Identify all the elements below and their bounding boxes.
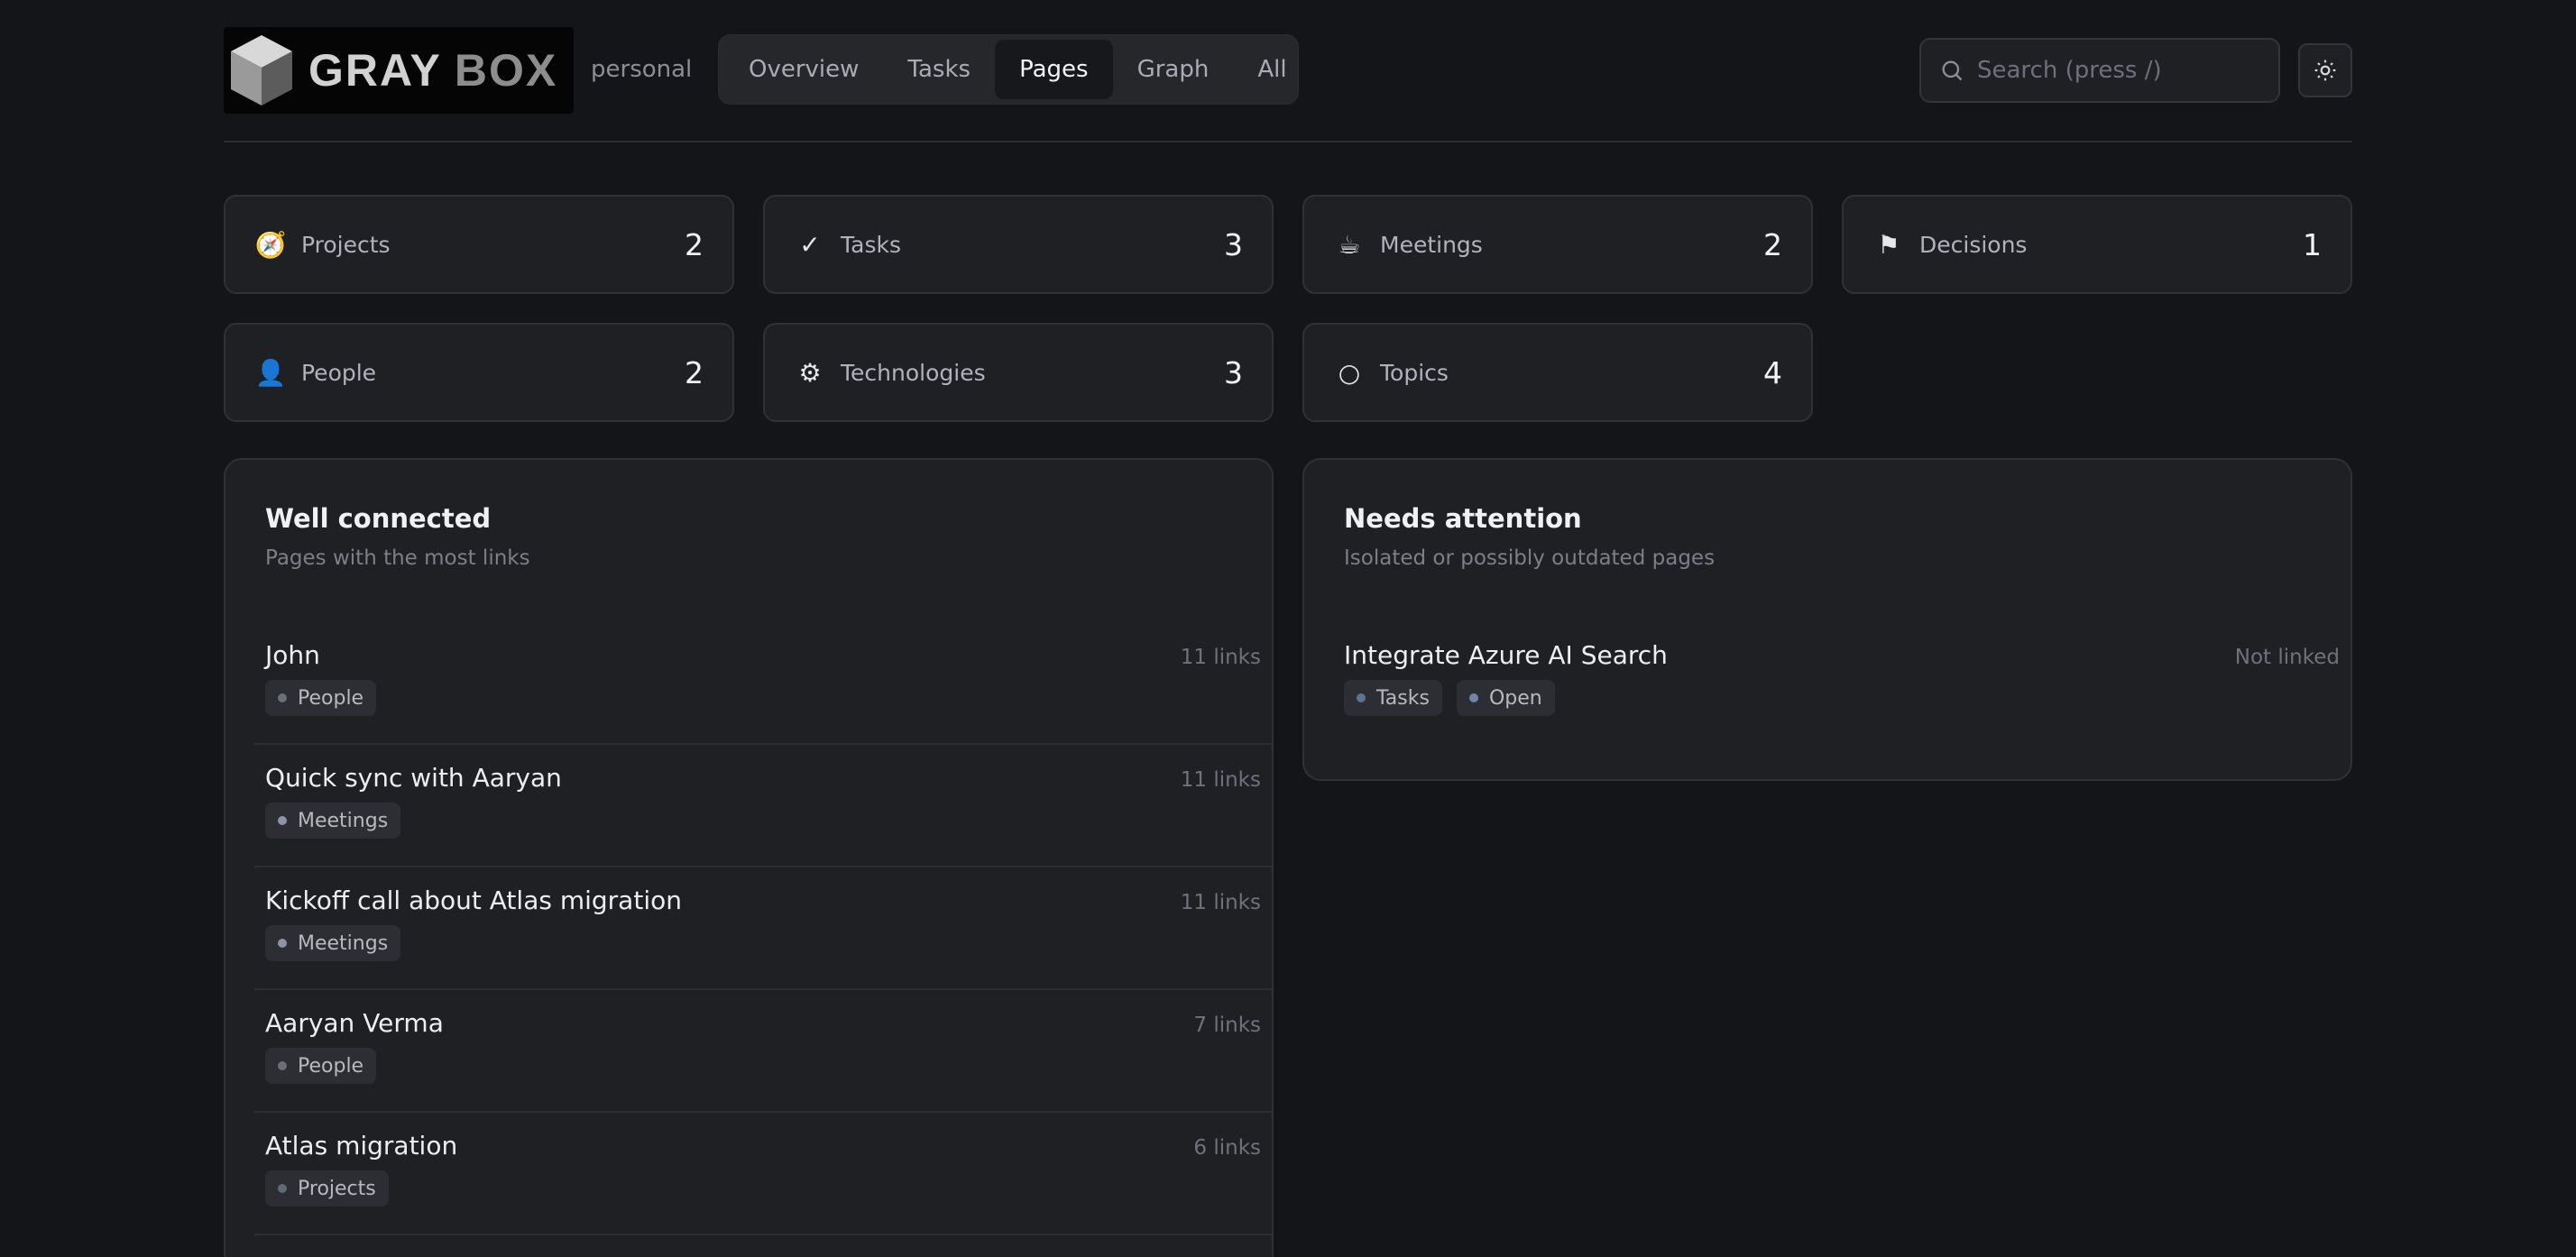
well-connected-panel: Well connected Pages with the most links… [224, 458, 1274, 1257]
sun-icon [2314, 60, 2336, 81]
search-box[interactable] [1919, 38, 2280, 103]
stat-card-decisions[interactable]: ⚑ Decisions 1 [1842, 195, 2352, 294]
stat-label: Tasks [841, 231, 901, 258]
tag-dot [1357, 693, 1366, 702]
gear-icon: ⚙ [798, 357, 822, 388]
panel-subtitle: Pages with the most links [265, 546, 530, 570]
type-tag[interactable]: Tasks [1344, 680, 1442, 716]
stat-card-projects[interactable]: 🧭 Projects 2 [224, 195, 734, 294]
stat-label: Decisions [1919, 231, 2028, 258]
tag-label: Tasks [1376, 686, 1430, 710]
tab-overview[interactable]: Overview [724, 40, 883, 99]
list-item[interactable]: Aaryan Verma 7 links People [254, 990, 1272, 1113]
tab-all[interactable]: All [1233, 40, 1311, 99]
link-status: Not linked [2234, 646, 2340, 669]
stat-count: 3 [1224, 354, 1243, 390]
tag-label: Meetings [298, 931, 389, 955]
stat-count: 4 [1763, 354, 1782, 390]
type-tag[interactable]: People [265, 680, 377, 716]
page-title[interactable]: Quick sync with Aaryan [265, 763, 562, 793]
list-item[interactable]: Quick sync with Aaryan 11 links Meetings [254, 745, 1272, 867]
stat-count: 3 [1224, 226, 1243, 262]
coffee-icon: ☕ [1338, 229, 1361, 260]
page-title[interactable]: Kickoff call about Atlas migration [265, 885, 682, 915]
tab-pages[interactable]: Pages [995, 40, 1113, 99]
list-item[interactable]: Kickoff call about Atlas migration 11 li… [254, 867, 1272, 990]
page-title[interactable]: John [265, 640, 320, 670]
stat-count: 2 [685, 226, 704, 262]
tag-label: Open [1488, 686, 1542, 710]
stat-count: 1 [2303, 226, 2322, 262]
panel-subtitle: Isolated or possibly outdated pages [1344, 546, 1716, 570]
stat-count: 2 [685, 354, 704, 390]
tab-graph[interactable]: Graph [1113, 40, 1234, 99]
page-title[interactable]: Atlas migration [265, 1131, 457, 1161]
link-count: 6 links [1193, 1136, 1261, 1160]
logo-text-box: BOX [454, 45, 558, 96]
logo-wordmark: GRAY BOX [308, 44, 557, 96]
theme-toggle-button[interactable] [2298, 43, 2352, 97]
tag-dot [1468, 693, 1478, 702]
stat-card-tasks[interactable]: ✓ Tasks 3 [763, 195, 1274, 294]
tag-list: Projects [265, 1170, 389, 1207]
stat-label: Meetings [1380, 231, 1483, 258]
tag-list: People [265, 680, 377, 716]
link-count: 11 links [1180, 891, 1261, 914]
page-title[interactable]: Aaryan Verma [265, 1008, 444, 1038]
panel-title: Well connected [265, 503, 492, 534]
list-item[interactable]: Atlas migration 6 links Projects [254, 1113, 1272, 1235]
tag-dot [278, 939, 287, 948]
search-input[interactable] [1977, 57, 2266, 84]
check-icon: ✓ [799, 229, 821, 260]
tag-list: Meetings [265, 803, 401, 839]
app-header: GRAY BOX personal Overview Tasks Pages Gr… [224, 27, 2352, 142]
tag-label: People [298, 686, 364, 710]
tag-dot [278, 816, 287, 825]
stat-card-meetings[interactable]: ☕ Meetings 2 [1302, 195, 1813, 294]
link-count: 11 links [1180, 646, 1261, 669]
tag-label: Projects [298, 1177, 376, 1200]
search-icon [1942, 60, 1963, 81]
link-count: 11 links [1180, 768, 1261, 792]
tag-label: People [298, 1054, 364, 1078]
page-title[interactable]: Integrate Azure AI Search [1344, 640, 1668, 670]
stat-count: 2 [1763, 226, 1782, 262]
compass-icon: 🧭 [254, 229, 287, 260]
main-nav: Overview Tasks Pages Graph All [718, 34, 1299, 105]
needs-attention-panel: Needs attention Isolated or possibly out… [1302, 458, 2352, 781]
type-tag[interactable]: Projects [265, 1170, 389, 1207]
list-item[interactable]: Integrate Azure AI Search Not linked Tas… [1333, 622, 2351, 745]
circle-icon: ○ [1338, 357, 1361, 388]
stat-card-topics[interactable]: ○ Topics 4 [1302, 323, 1813, 422]
status-tag[interactable]: Open [1456, 680, 1555, 716]
tag-label: Meetings [298, 809, 389, 832]
stat-label: Projects [301, 231, 391, 258]
type-tag[interactable]: Meetings [265, 803, 401, 839]
type-tag[interactable]: People [265, 1048, 377, 1084]
cube-logo-icon [231, 35, 292, 106]
flag-icon: ⚑ [1877, 229, 1900, 260]
panel-title: Needs attention [1344, 503, 1582, 534]
tag-dot [278, 1061, 287, 1070]
tab-tasks[interactable]: Tasks [883, 40, 995, 99]
app-logo[interactable]: GRAY BOX [224, 27, 574, 114]
workspace-label[interactable]: personal [591, 56, 692, 83]
logo-text-gray: GRAY [308, 45, 442, 96]
tag-dot [278, 693, 287, 702]
tag-list: Meetings [265, 925, 401, 961]
link-count: 7 links [1193, 1014, 1261, 1037]
tag-dot [278, 1184, 287, 1193]
person-icon: 👤 [254, 357, 287, 388]
stat-label: People [301, 359, 377, 386]
tag-list: Tasks Open [1344, 680, 1555, 716]
stat-label: Topics [1380, 359, 1449, 386]
stat-card-people[interactable]: 👤 People 2 [224, 323, 734, 422]
type-tag[interactable]: Meetings [265, 925, 401, 961]
list-item[interactable]: John 11 links People [254, 622, 1272, 745]
stat-label: Technologies [841, 359, 986, 386]
tag-list: People [265, 1048, 377, 1084]
stat-card-technologies[interactable]: ⚙ Technologies 3 [763, 323, 1274, 422]
